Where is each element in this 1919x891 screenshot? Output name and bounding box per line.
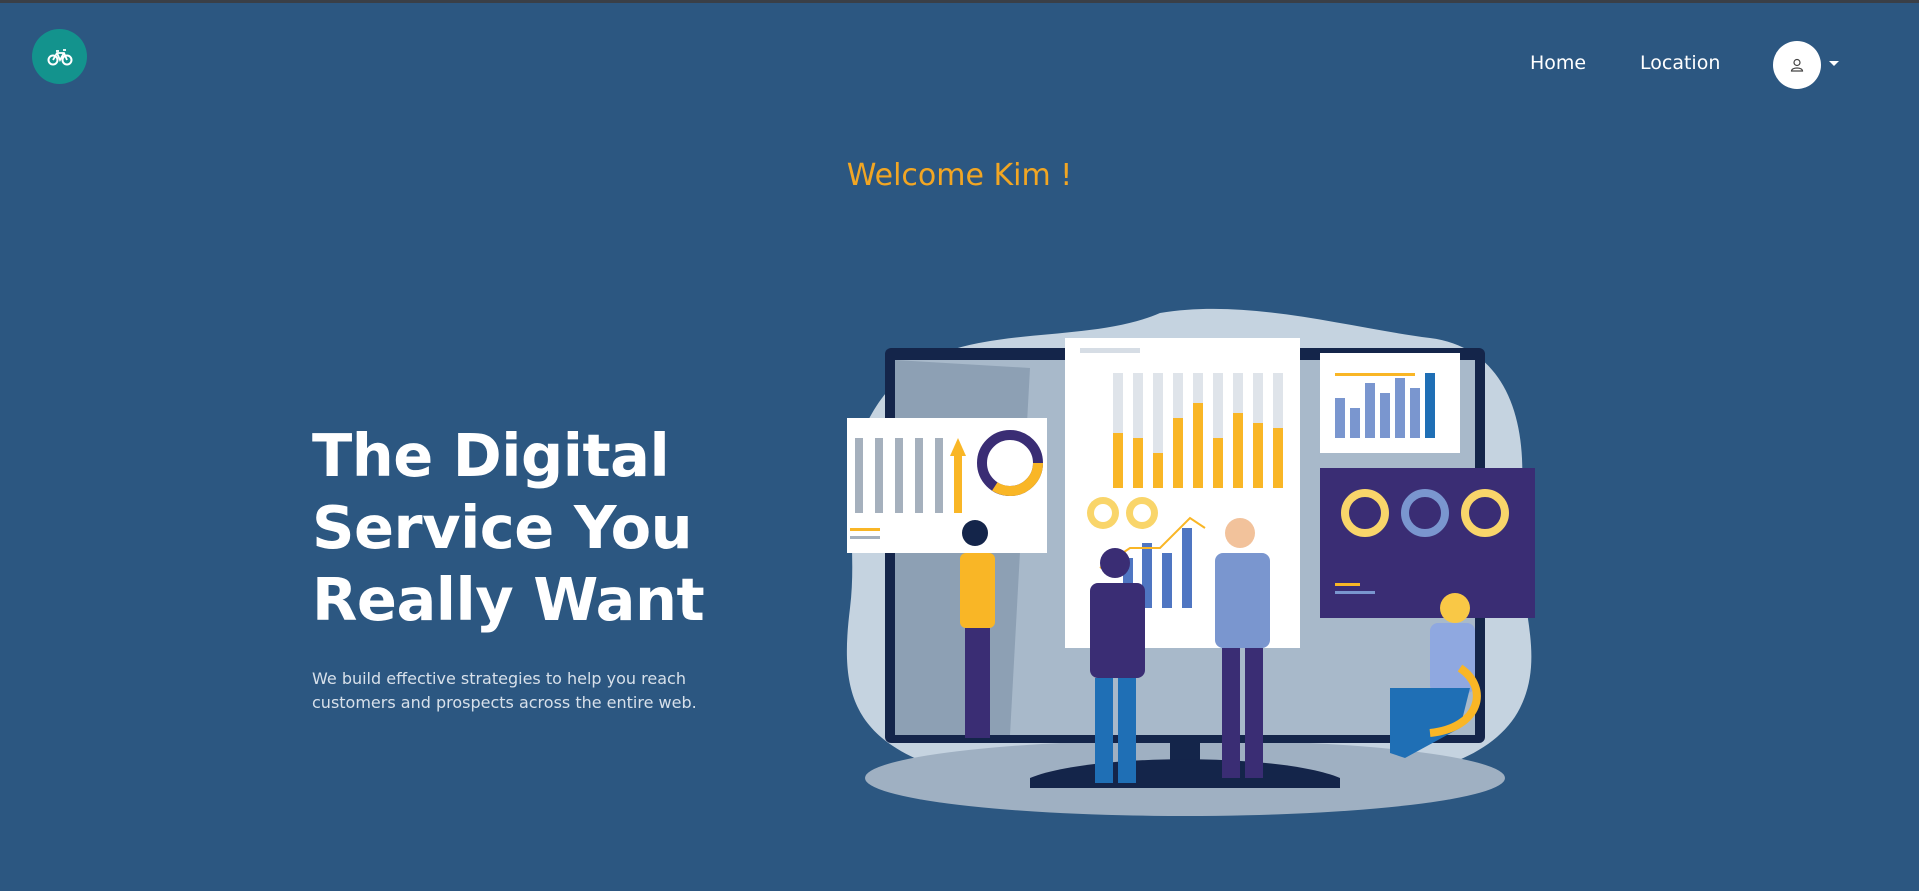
- center-bars: [1113, 373, 1283, 488]
- hero-subtitle-line: We build effective strategies to help yo…: [312, 669, 686, 688]
- welcome-message: Welcome Kim !: [846, 158, 1073, 193]
- hero-title-line: Service You: [312, 493, 693, 562]
- nav-location[interactable]: Location: [1640, 52, 1720, 74]
- hero-subtitle-line: customers and prospects across the entir…: [312, 693, 697, 712]
- bicycle-icon: [47, 48, 72, 65]
- top-border: [0, 0, 1919, 3]
- hero-title-line: The Digital: [312, 421, 670, 490]
- hero-subtitle: We build effective strategies to help yo…: [312, 667, 732, 715]
- nav-home[interactable]: Home: [1530, 52, 1586, 74]
- hero-title: The Digital Service You Really Want: [312, 420, 772, 636]
- user-icon: [1790, 58, 1804, 72]
- analytics-illustration: [846, 308, 1535, 816]
- caret-down-icon[interactable]: [1829, 61, 1839, 66]
- logo-button[interactable]: [32, 29, 87, 84]
- user-menu-button[interactable]: [1773, 41, 1821, 89]
- hero-title-line: Really Want: [312, 565, 705, 634]
